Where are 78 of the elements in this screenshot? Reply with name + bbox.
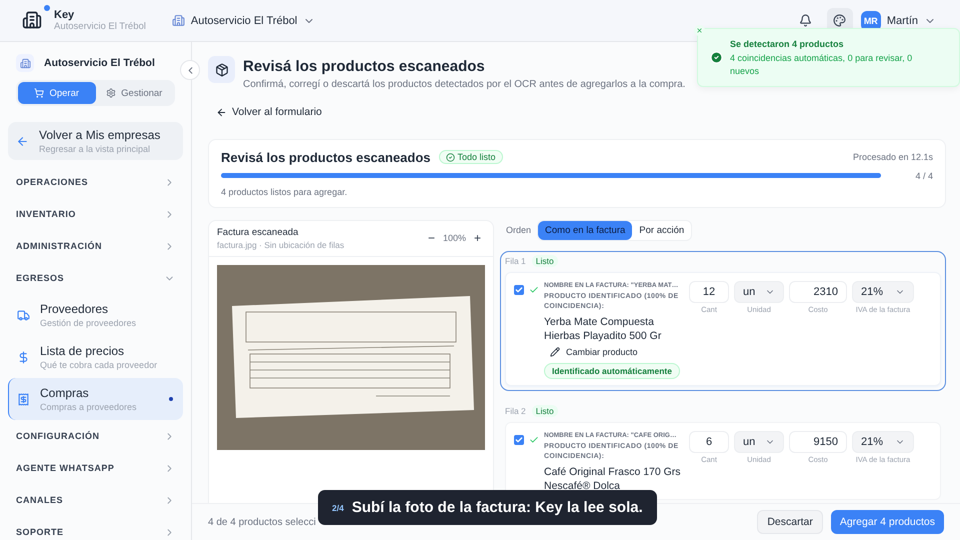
settings-icon: [106, 88, 116, 98]
dollar-icon: [17, 350, 30, 364]
product-name: Yerba Mate Compuesta Hierbas Playadito 500 Gr: [544, 314, 662, 342]
sidebar-section[interactable]: OPERACIONES: [8, 166, 183, 198]
selection-count: 4 de 4 productos selecci: [208, 516, 316, 528]
receipt-icon: [17, 392, 30, 406]
page-title: Revisá los productos escaneados: [243, 58, 486, 75]
back-to-companies-button[interactable]: Volver a Mis empresas Regresar a la vista principal: [8, 122, 183, 160]
row-checkbox[interactable]: [514, 434, 524, 444]
product-name: Café Original Frasco 170 Grs Nescafé® Dolca: [544, 464, 682, 492]
sidebar-section[interactable]: CONFIGURACIÓN: [8, 420, 183, 452]
check-circle-icon: [446, 152, 455, 162]
progress-note: 4 productos listos para agregar.: [221, 186, 348, 196]
order-tab[interactable]: Como en la factura: [538, 220, 632, 240]
sidebar-section[interactable]: AGENTE WHATSAPP: [8, 452, 183, 484]
progress-title: Revisá los productos escaneados: [221, 150, 431, 164]
cost-field[interactable]: 2310: [789, 280, 847, 302]
building-icon: [172, 14, 185, 27]
check-circle-icon: [710, 51, 723, 64]
sidebar-item[interactable]: Lista de precios Qué te cobra cada proveedor: [8, 336, 183, 378]
row-number: Fila 2: [505, 406, 526, 416]
cart-icon: [34, 88, 44, 98]
order-tab[interactable]: Por acción: [632, 220, 692, 240]
store-selector[interactable]: Autoservicio El Trébol: [172, 14, 316, 27]
sidebar-section[interactable]: ADMINISTRACIÓN: [8, 230, 183, 262]
add-products-button[interactable]: Agregar 4 productos: [830, 510, 944, 534]
toast-message: 4 coincidencias automáticas, 0 para revisar, 0 nuevos: [730, 52, 914, 78]
vat-select[interactable]: 21%: [852, 280, 914, 302]
discard-button[interactable]: Descartar: [757, 510, 823, 534]
sidebar-section[interactable]: INVENTARIO: [8, 198, 183, 230]
sidebar-section[interactable]: EGRESOS: [8, 262, 183, 294]
invoice-title: Factura escaneada: [217, 226, 300, 238]
user-avatar: MR: [860, 10, 881, 30]
processing-time: Procesado en 12.1s: [852, 152, 933, 162]
caption-text: Subí la foto de la factura: Key la lee sola.: [352, 499, 643, 516]
vat-select[interactable]: 21%: [852, 430, 914, 452]
invoice-filename: factura.jpg · Sin ubicación de filas: [217, 240, 344, 250]
app-name: Key: [54, 9, 76, 21]
auto-identified-badge: Identificado automáticamente: [544, 362, 680, 378]
change-product-button[interactable]: Cambiar producto: [544, 342, 638, 356]
toast-title: Se detectaron 4 productos: [730, 39, 845, 49]
row-checkbox[interactable]: [514, 284, 524, 294]
buildings-logo-icon: [22, 10, 42, 30]
quantity-field[interactable]: 12: [689, 280, 729, 302]
sidebar-section[interactable]: CANALES: [8, 484, 183, 516]
cost-field[interactable]: 9150: [789, 430, 847, 452]
quantity-field[interactable]: 6: [689, 430, 729, 452]
sidebar-section[interactable]: SOPORTE: [8, 516, 183, 540]
mode-tab[interactable]: Operar: [18, 82, 96, 104]
order-label: Orden: [506, 225, 532, 235]
check-icon: [529, 434, 539, 444]
status-badge: Todo listo: [438, 150, 503, 164]
sidebar-item[interactable]: Compras Compras a proveedores: [8, 378, 183, 420]
truck-icon: [17, 308, 30, 322]
row-status: Listo: [532, 254, 558, 266]
row-status: Listo: [532, 404, 558, 416]
sidebar-item[interactable]: Proveedores Gestión de proveedores: [8, 294, 183, 336]
arrow-left-icon: [16, 134, 29, 148]
unit-select[interactable]: un: [734, 280, 784, 302]
step-counter: 2/4: [332, 502, 344, 512]
pencil-icon: [550, 346, 560, 356]
zoom-in-button[interactable]: +: [470, 231, 485, 245]
zoom-out-button[interactable]: −: [424, 231, 439, 245]
row-number: Fila 1: [505, 256, 526, 266]
back-link[interactable]: Volver al formulario: [216, 106, 322, 118]
unit-select[interactable]: un: [734, 430, 784, 452]
zoom-level: 100%: [442, 233, 466, 243]
check-icon: [529, 284, 539, 294]
close-icon: [696, 27, 703, 34]
arrow-left-icon: [216, 106, 227, 118]
active-dot: [169, 397, 173, 401]
box-icon: [208, 56, 235, 83]
app-store-name: Autoservicio El Trébol: [54, 21, 146, 32]
store-icon: [16, 54, 34, 72]
mode-tab[interactable]: Gestionar: [96, 82, 173, 104]
progress-count: 4 / 4: [915, 170, 933, 180]
page-subtitle: Confirmá, corregí o descartá los productos detectados por el OCR antes de agregarlos a la compra.: [243, 79, 686, 90]
store-name: Autoservicio El Trébol: [44, 57, 155, 69]
